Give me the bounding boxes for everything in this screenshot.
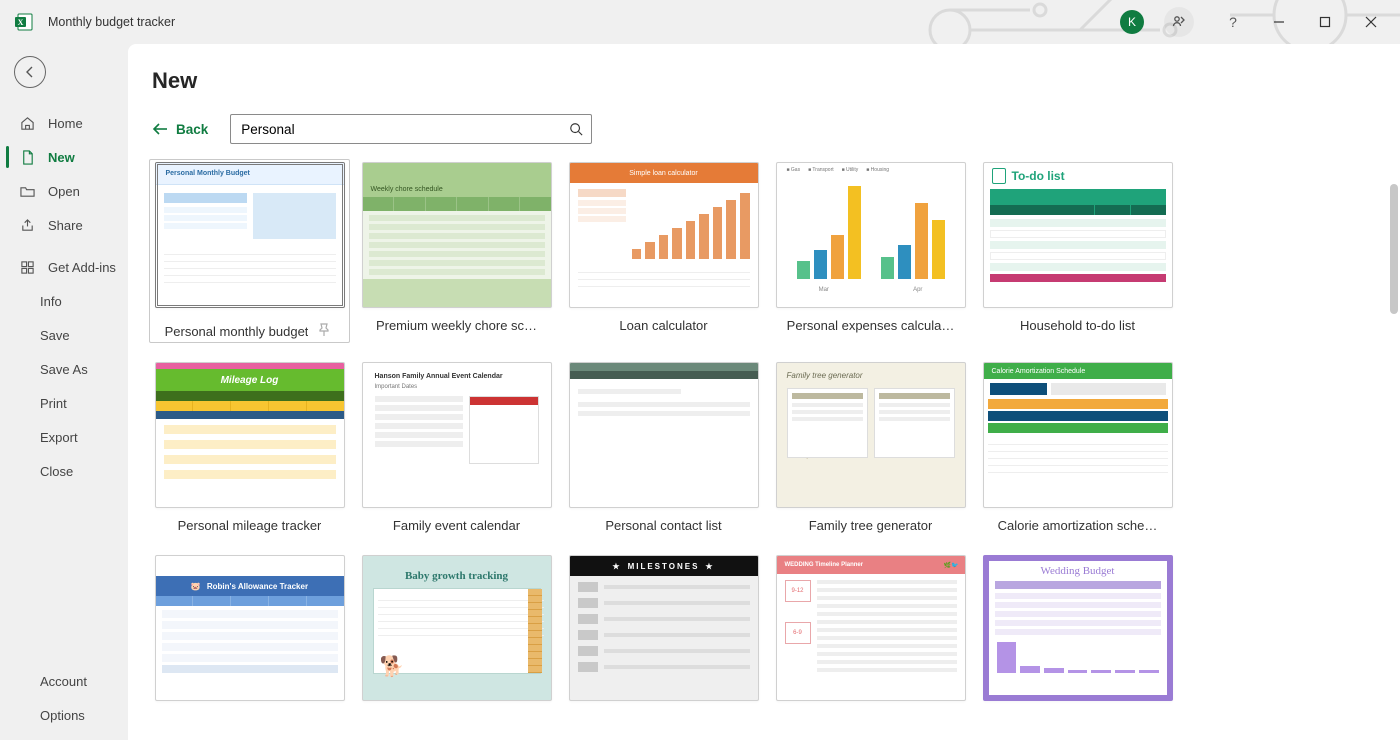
- search-icon[interactable]: [561, 122, 591, 136]
- template-search[interactable]: [230, 114, 592, 144]
- user-avatar[interactable]: K: [1120, 10, 1144, 34]
- window-minimize-button[interactable]: [1256, 0, 1302, 44]
- template-allowance-tracker[interactable]: 🐷Robin's Allowance Tracker: [152, 555, 347, 711]
- nav-options[interactable]: Options: [0, 698, 128, 732]
- template-label: Personal expenses calcula…: [787, 318, 955, 333]
- template-label: Calorie amortization sche…: [998, 518, 1158, 533]
- nav-label: Open: [48, 184, 80, 199]
- template-search-input[interactable]: [231, 122, 561, 137]
- template-thumb: Weekly chore schedule: [362, 162, 552, 308]
- backstage-sidebar: Home New Open Share Get Add-ins Info Sav…: [0, 44, 128, 740]
- template-thumb: Wedding Budget: [983, 555, 1173, 701]
- template-thumb: Personal Monthly Budget: [155, 162, 345, 308]
- coming-soon-icon[interactable]: [1164, 7, 1194, 37]
- template-personal-expenses[interactable]: ■ Gas■ Transport■ Utility■ Housing: [773, 162, 968, 340]
- folder-open-icon: [18, 184, 36, 199]
- nav-save[interactable]: Save: [0, 318, 128, 352]
- back-circle-button[interactable]: [14, 56, 46, 88]
- nav-home[interactable]: Home: [0, 106, 128, 140]
- share-icon: [18, 218, 36, 233]
- nav-close[interactable]: Close: [0, 454, 128, 488]
- template-personal-contact-list[interactable]: Personal contact list: [566, 362, 761, 533]
- template-loan-calculator[interactable]: Simple loan calculator: [566, 162, 761, 340]
- template-weekly-chore[interactable]: Weekly chore schedule: [359, 162, 554, 340]
- nav-share[interactable]: Share: [0, 208, 128, 242]
- nav-label: Close: [40, 464, 73, 479]
- nav-print[interactable]: Print: [0, 386, 128, 420]
- nav-saveas[interactable]: Save As: [0, 352, 128, 386]
- template-family-tree[interactable]: Family tree generator: [773, 362, 968, 533]
- template-thumb: ■ Gas■ Transport■ Utility■ Housing: [776, 162, 966, 308]
- template-wedding-budget[interactable]: Wedding Budget: [980, 555, 1175, 711]
- template-family-event-calendar[interactable]: Hanson Family Annual Event Calendar Impo…: [359, 362, 554, 533]
- nav-get-addins[interactable]: Get Add-ins: [0, 250, 128, 284]
- template-baby-growth[interactable]: Baby growth tracking 🐕: [359, 555, 554, 711]
- addins-icon: [18, 260, 36, 275]
- template-milestones[interactable]: ★ MILESTONES ★: [566, 555, 761, 711]
- nav-account[interactable]: Account: [0, 664, 128, 698]
- nav-label: Get Add-ins: [48, 260, 116, 275]
- nav-open[interactable]: Open: [0, 174, 128, 208]
- template-mileage-tracker[interactable]: Mileage Log Personal mileage tracker: [152, 362, 347, 533]
- template-label: Family tree generator: [809, 518, 933, 533]
- nav-label: Save: [40, 328, 70, 343]
- template-thumb: [569, 362, 759, 508]
- nav-label: Options: [40, 708, 85, 723]
- template-thumb: To-do list: [983, 162, 1173, 308]
- new-file-icon: [18, 150, 36, 165]
- svg-text:X: X: [18, 18, 24, 27]
- excel-app-icon: X: [14, 11, 36, 33]
- template-thumb: Calorie Amortization Schedule: [983, 362, 1173, 508]
- template-household-todo[interactable]: To-do list Household to-: [980, 162, 1175, 340]
- template-label: Family event calendar: [393, 518, 520, 533]
- content-pane: New Back Personal Monthly Budget: [128, 44, 1400, 740]
- home-icon: [18, 116, 36, 131]
- template-thumb: 🐷Robin's Allowance Tracker: [155, 555, 345, 701]
- nav-label: Home: [48, 116, 83, 131]
- template-label: Personal monthly budget: [165, 324, 309, 339]
- back-link[interactable]: Back: [152, 122, 208, 137]
- template-wedding-timeline[interactable]: WEDDING Timeline Planner🌿🐦 9-12 6-9: [773, 555, 968, 711]
- nav-label: Save As: [40, 362, 88, 377]
- nav-label: Info: [40, 294, 62, 309]
- nav-label: Account: [40, 674, 87, 689]
- template-label: Household to-do list: [1020, 318, 1135, 333]
- template-thumb: Mileage Log: [155, 362, 345, 508]
- window-close-button[interactable]: [1348, 0, 1394, 44]
- template-thumb: Family tree generator: [776, 362, 966, 508]
- nav-new[interactable]: New: [0, 140, 128, 174]
- template-grid: Personal Monthly Budget: [152, 162, 1376, 740]
- template-thumb: Baby growth tracking 🐕: [362, 555, 552, 701]
- document-title: Monthly budget tracker: [48, 15, 175, 29]
- template-thumb: ★ MILESTONES ★: [569, 555, 759, 701]
- title-bar: X Monthly budget tracker K ?: [0, 0, 1400, 44]
- template-label: Premium weekly chore sc…: [376, 318, 537, 333]
- nav-label: Share: [48, 218, 83, 233]
- template-thumb: Hanson Family Annual Event Calendar Impo…: [362, 362, 552, 508]
- template-personal-monthly-budget[interactable]: Personal Monthly Budget: [152, 162, 347, 340]
- pin-icon[interactable]: [316, 322, 334, 340]
- nav-label: Export: [40, 430, 78, 445]
- template-label: Loan calculator: [619, 318, 707, 333]
- template-label: Personal contact list: [605, 518, 721, 533]
- scrollbar-thumb[interactable]: [1390, 184, 1398, 314]
- window-maximize-button[interactable]: [1302, 0, 1348, 44]
- nav-info[interactable]: Info: [0, 284, 128, 318]
- template-thumb: Simple loan calculator: [569, 162, 759, 308]
- nav-label: Print: [40, 396, 67, 411]
- page-title: New: [152, 68, 1376, 94]
- nav-label: New: [48, 150, 75, 165]
- back-link-label: Back: [176, 122, 208, 137]
- nav-export[interactable]: Export: [0, 420, 128, 454]
- template-thumb: WEDDING Timeline Planner🌿🐦 9-12 6-9: [776, 555, 966, 701]
- help-button[interactable]: ?: [1210, 0, 1256, 44]
- template-label: Personal mileage tracker: [178, 518, 322, 533]
- template-calorie-amortization[interactable]: Calorie Amortization Schedule Calorie am…: [980, 362, 1175, 533]
